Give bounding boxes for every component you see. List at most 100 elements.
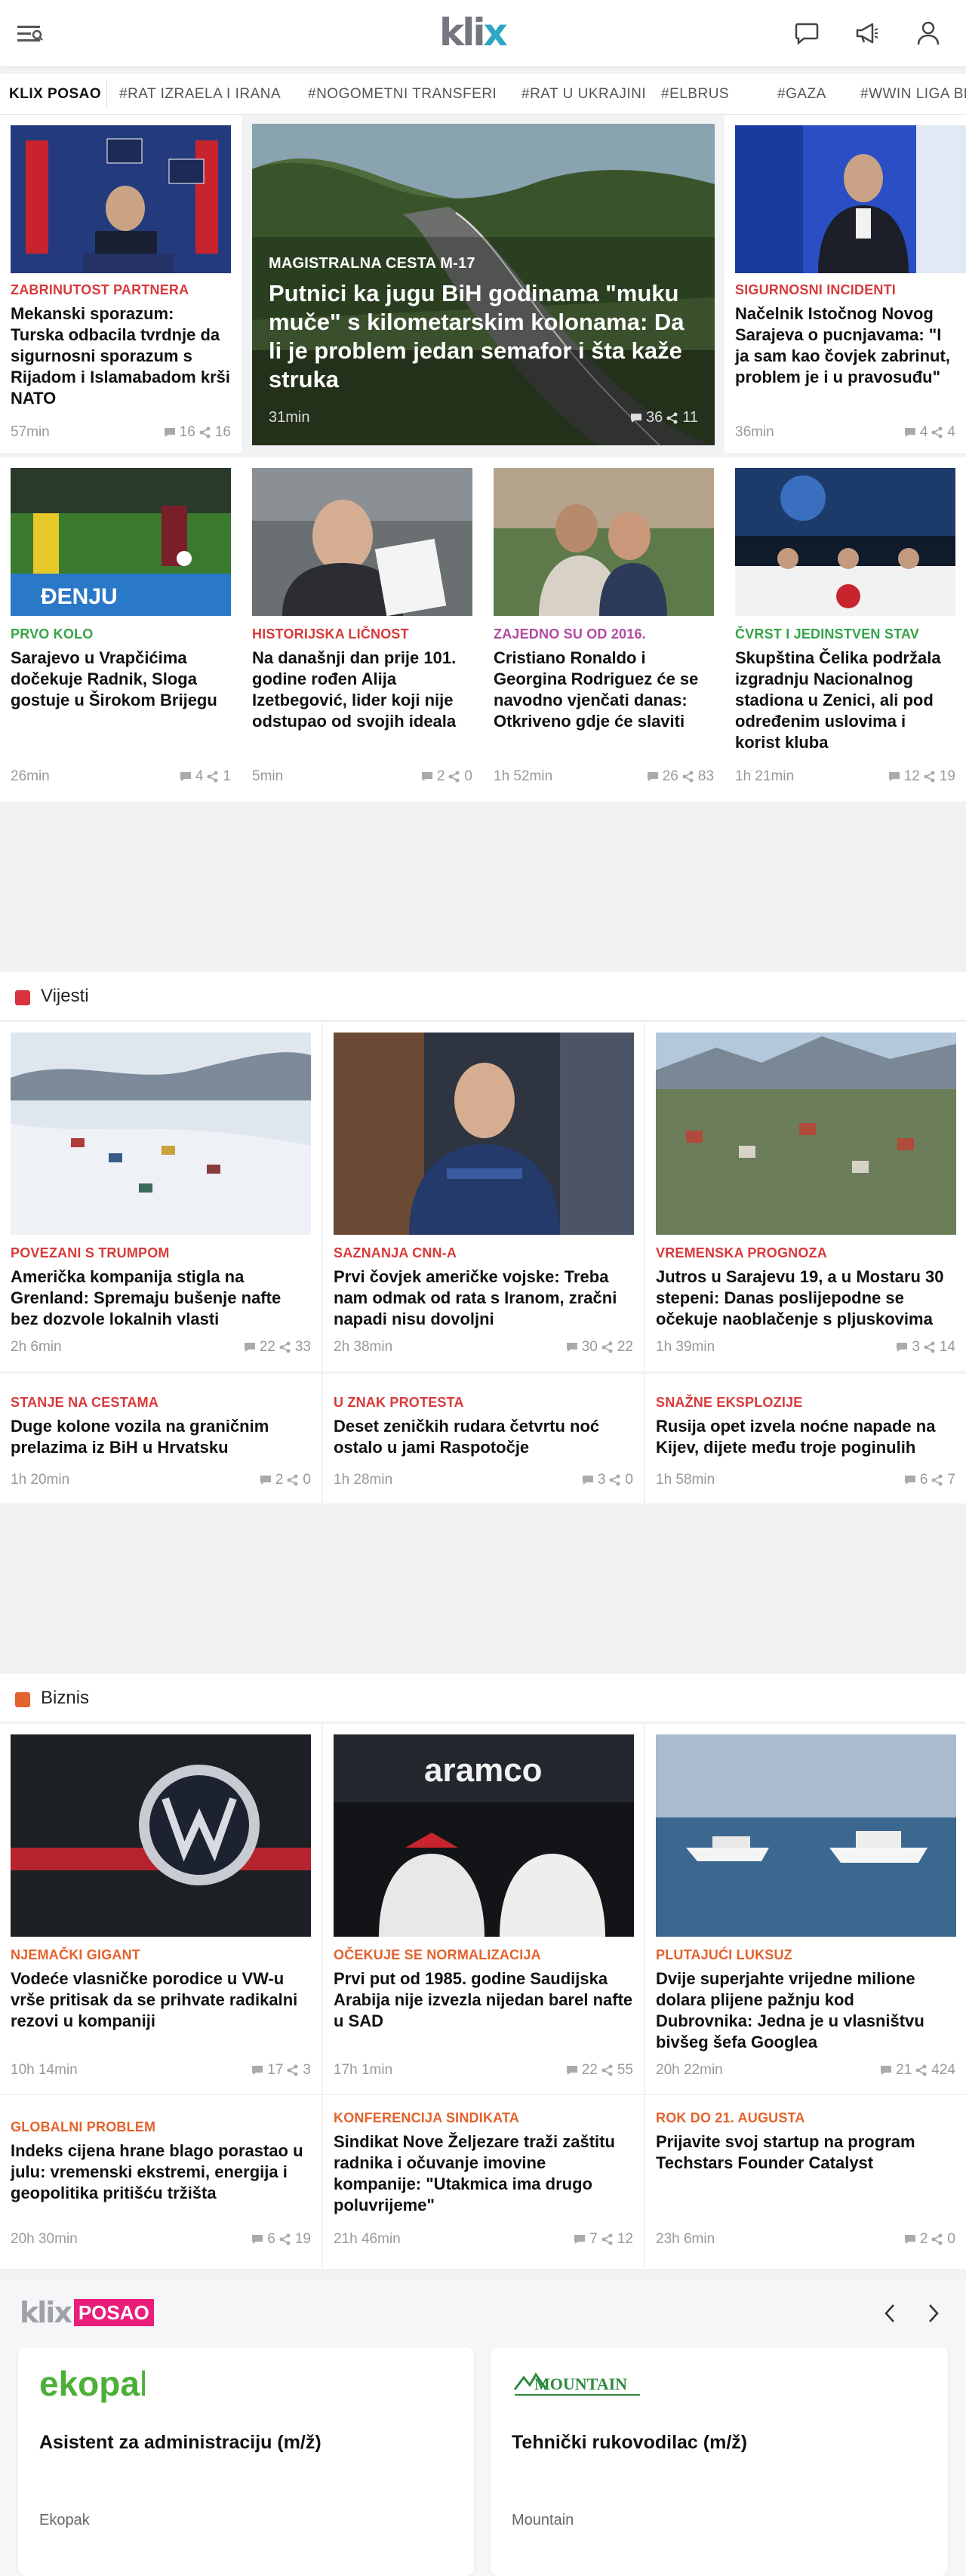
tag-link[interactable]: #RAT IZRAELA I IRANA (119, 74, 281, 114)
hero-time: 31min (269, 409, 310, 426)
article-title[interactable]: Jutros u Sarajevu 19, a u Mostaru 30 ste… (656, 1266, 955, 1330)
article-title[interactable]: Dvije superjahte vrijedne milione dolara… (656, 1968, 955, 2053)
klix-logo-text: klix (20, 2296, 72, 2329)
comment-count: 7 (589, 2231, 598, 2247)
comments-icon (244, 1343, 255, 1352)
article-card[interactable]: U ZNAK PROTESTA Deset zeničkih rudara če… (323, 1374, 644, 1503)
article-time: 26min (11, 768, 50, 784)
article-card[interactable]: POVEZANI S TRUMPOM Američka kompanija st… (0, 1022, 321, 1371)
comments-icon (574, 2235, 586, 2244)
comment-count: 16 (179, 424, 195, 440)
article-category: ZABRINUTOST PARTNERA (11, 282, 189, 297)
menu-icon[interactable] (15, 18, 45, 48)
comment-count: 3 (597, 1472, 606, 1488)
article-time: 1h 20min (11, 1472, 70, 1488)
share-icon (915, 2064, 927, 2076)
article-title[interactable]: Vodeće vlasničke porodice u VW-u vrše pr… (11, 1968, 311, 2032)
article-card[interactable]: ZAJEDNO SU OD 2016. Cristiano Ronaldo i … (483, 457, 724, 802)
article-title[interactable]: Skupština Čelika podržala izgradnju Naci… (735, 648, 955, 753)
article-card[interactable]: GLOBALNI PROBLEM Indeks cijena hrane bla… (0, 2095, 321, 2269)
article-meta: 2h 6min 22 33 (11, 1339, 311, 1359)
article-title[interactable]: Mekanski sporazum: Turska odbacila tvrdn… (11, 303, 231, 409)
klix-logo[interactable]: kli x (439, 11, 508, 54)
hero-category: MAGISTRALNA CESTA M-17 (269, 255, 475, 272)
job-company: Mountain (512, 2512, 574, 2528)
share-icon (924, 1341, 935, 1353)
article-category: SIGURNOSNI INCIDENTI (735, 282, 897, 297)
svg-text:ekopak: ekopak (39, 2364, 145, 2403)
article-card[interactable]: KONFERENCIJA SINDIKATA Sindikat Nove Žel… (323, 2095, 644, 2269)
article-meta: 57min 16 16 (11, 424, 231, 444)
hero-title[interactable]: Putnici ka jugu BiH godinama "muku muče"… (269, 279, 698, 394)
share-count: 33 (294, 1339, 311, 1355)
megaphone-icon[interactable] (852, 18, 882, 48)
article-image (656, 1033, 956, 1235)
tag-link[interactable]: #WWIN LIGA BH (860, 74, 966, 114)
section-header-biznis[interactable]: Biznis (0, 1674, 966, 1722)
article-title[interactable]: Sindikat Nove Željezare traži zaštitu ra… (334, 2131, 633, 2216)
article-title[interactable]: Cristiano Ronaldo i Georgina Rodriguez ć… (494, 648, 714, 732)
article-title[interactable]: Deset zeničkih rudara četvrtu noć ostalo… (334, 1416, 633, 1458)
article-card[interactable]: aramco OČEKUJE SE NORMALIZACIJA Prvi put… (323, 1724, 644, 2094)
tag-klix-posao[interactable]: KLIX POSAO (9, 74, 101, 114)
company-logo-ekopak: ekopak (39, 2362, 145, 2405)
chevron-left-icon[interactable] (878, 2302, 901, 2325)
article-meta: 1h 39min 3 14 (656, 1339, 955, 1359)
article-title[interactable]: Prvi čovjek američke vojske: Treba nam o… (334, 1266, 633, 1330)
user-icon[interactable] (913, 18, 943, 48)
article-card[interactable]: NJEMAČKI GIGANT Vodeće vlasničke porodic… (0, 1724, 321, 2094)
tag-link[interactable]: #GAZA (777, 74, 826, 114)
comments-icon (566, 2066, 577, 2075)
article-card[interactable]: VREMENSKA PROGNOZA Jutros u Sarajevu 19,… (645, 1022, 966, 1371)
tag-link[interactable]: #RAT U UKRAJINI (521, 74, 646, 114)
article-title[interactable]: Prvi put od 1985. godine Saudijska Arabi… (334, 1968, 633, 2032)
job-title[interactable]: Tehnički rukovodilac (m/ž) (512, 2432, 747, 2454)
share-icon (931, 2233, 943, 2245)
article-category: NJEMAČKI GIGANT (11, 1947, 141, 1962)
article-card[interactable]: ZABRINUTOST PARTNERA Mekanski sporazum: … (0, 115, 242, 453)
trending-tags-bar: KLIX POSAO #RAT IZRAELA I IRANA #NOGOMET… (0, 74, 966, 115)
article-card[interactable]: ĐENJU PRVO KOLO Sarajevo u Vrapčićima do… (0, 457, 242, 802)
article-meta: 20h 22min 21 424 (656, 2062, 955, 2082)
article-card[interactable]: HISTORIJSKA LIČNOST Na današnji dan prij… (242, 457, 483, 802)
share-count: 11 (682, 409, 698, 426)
hero-article[interactable]: MAGISTRALNA CESTA M-17 Putnici ka jugu B… (252, 124, 715, 445)
chevron-right-icon[interactable] (922, 2302, 945, 2325)
article-title[interactable]: Američka kompanija stigla na Grenland: S… (11, 1266, 311, 1330)
article-title[interactable]: Na današnji dan prije 101. godine rođen … (252, 648, 472, 732)
article-card[interactable]: ČVRST I JEDINSTVEN STAV Skupština Čelika… (724, 457, 966, 802)
tag-link[interactable]: #NOGOMETNI TRANSFERI (308, 74, 497, 114)
article-card[interactable]: STANJE NA CESTAMA Duge kolone vozila na … (0, 1374, 321, 1503)
job-card[interactable]: MOUNTAIN Tehnički rukovodilac (m/ž) Moun… (491, 2347, 948, 2576)
article-card[interactable]: PLUTAJUĆI LUKSUZ Dvije superjahte vrijed… (645, 1724, 966, 2094)
article-title[interactable]: Načelnik Istočnog Novog Sarajeva o pucnj… (735, 303, 955, 388)
article-title[interactable]: Duge kolone vozila na graničnim prelazim… (11, 1416, 311, 1458)
article-image: aramco (334, 1734, 634, 1937)
comments-icon (897, 1343, 908, 1352)
share-icon (279, 2233, 291, 2245)
comments-icon (904, 1476, 915, 1485)
section-header-vijesti[interactable]: Vijesti (0, 972, 966, 1020)
job-title[interactable]: Asistent za administraciju (m/ž) (39, 2432, 321, 2454)
section-title: Biznis (41, 1688, 90, 1708)
article-card[interactable]: ROK DO 21. AUGUSTA Prijavite svoj startu… (645, 2095, 966, 2269)
article-title[interactable]: Prijavite svoj startup na program Techst… (656, 2131, 955, 2174)
article-title[interactable]: Rusija opet izvela noćne napade na Kijev… (656, 1416, 955, 1458)
comment-count: 22 (581, 2062, 598, 2078)
article-meta: 1h 58min 6 7 (656, 1472, 955, 1491)
klix-posao-logo[interactable]: klix POSAO (20, 2296, 154, 2329)
article-title[interactable]: Sarajevo u Vrapčićima dočekuje Radnik, S… (11, 648, 231, 711)
article-title[interactable]: Indeks cijena hrane blago porastao u jul… (11, 2141, 311, 2204)
article-card[interactable]: SIGURNOSNI INCIDENTI Načelnik Istočnog N… (724, 115, 966, 453)
article-card[interactable]: SAZNANJA CNN-A Prvi čovjek američke vojs… (323, 1022, 644, 1371)
article-meta: 10h 14min 17 3 (11, 2062, 311, 2082)
comments-icon (888, 772, 900, 781)
comments-icon (180, 772, 191, 781)
tag-link[interactable]: #ELBRUS (661, 74, 729, 114)
job-card[interactable]: ekopak Asistent za administraciju (m/ž) … (18, 2347, 474, 2576)
share-icon (682, 771, 694, 783)
article-card[interactable]: SNAŽNE EKSPLOZIJE Rusija opet izvela noć… (645, 1374, 966, 1503)
article-category: STANJE NA CESTAMA (11, 1395, 159, 1410)
article-time: 1h 58min (656, 1472, 715, 1488)
chat-icon[interactable] (792, 18, 822, 48)
